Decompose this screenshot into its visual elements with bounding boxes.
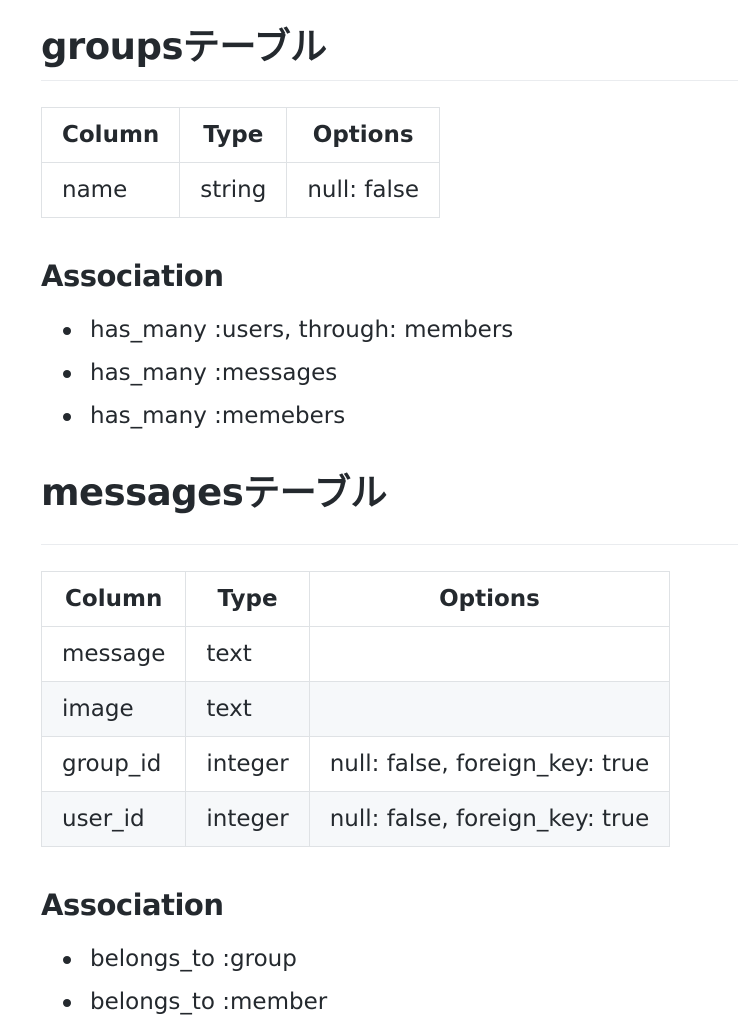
list-item-text: has_many :memebers (90, 403, 346, 429)
list-item: has_many :users, through: members (41, 309, 738, 352)
table-header-row: Column Type Options (40, 571, 671, 627)
table-cell: integer (185, 736, 310, 792)
messages-table-heading: messagesテーブル (41, 468, 738, 545)
table-cell: string (179, 162, 288, 218)
groups-schema-table: Column Type Options name string null: fa… (40, 107, 441, 218)
options-header: Options (308, 571, 671, 627)
groups-association-heading: Association (41, 259, 224, 293)
list-item-text: has_many :users, through: members (90, 317, 514, 343)
table-cell: text (185, 626, 310, 682)
table-cell: image (40, 681, 187, 737)
table-cell: text (185, 681, 310, 737)
messages-schema-table: Column Type Options message text image t… (40, 571, 671, 847)
messages-association-list: belongs_to :group belongs_to :member (41, 938, 738, 1024)
type-header: Type (185, 571, 310, 627)
list-item: has_many :memebers (41, 395, 738, 438)
table-cell: null: false, foreign_key: true (308, 736, 671, 792)
list-item-text: has_many :messages (90, 360, 338, 386)
table-cell: user_id (40, 791, 187, 847)
table-cell: name (40, 162, 181, 218)
table-cell (308, 626, 671, 682)
groups-association-list: has_many :users, through: members has_ma… (41, 309, 738, 438)
table-cell (308, 681, 671, 737)
markdown-body: groupsテーブル Column Type Options name stri… (40, 0, 738, 1024)
table-cell: null: false (286, 162, 441, 218)
bullet-icon (63, 370, 71, 378)
list-item-text: belongs_to :member (90, 989, 328, 1015)
options-header: Options (286, 107, 441, 163)
bullet-icon (63, 956, 71, 964)
table-cell: null: false, foreign_key: true (308, 791, 671, 847)
groups-table-heading: groupsテーブル (41, 0, 738, 81)
bullet-icon (63, 327, 71, 335)
column-header: Column (40, 107, 181, 163)
table-row: group_id integer null: false, foreign_ke… (40, 736, 671, 792)
list-item: belongs_to :member (41, 981, 738, 1024)
table-row: image text (40, 681, 671, 737)
type-header: Type (179, 107, 288, 163)
list-item-text: belongs_to :group (90, 946, 297, 972)
list-item: has_many :messages (41, 352, 738, 395)
table-row: message text (40, 626, 671, 682)
bullet-icon (63, 999, 71, 1007)
bullet-icon (63, 413, 71, 421)
table-cell: group_id (40, 736, 187, 792)
table-cell: integer (185, 791, 310, 847)
table-cell: message (40, 626, 187, 682)
list-item: belongs_to :group (41, 938, 738, 981)
table-header-row: Column Type Options (40, 107, 441, 163)
messages-association-heading: Association (41, 888, 224, 922)
column-header: Column (40, 571, 187, 627)
table-row: name string null: false (40, 162, 441, 218)
table-row: user_id integer null: false, foreign_key… (40, 791, 671, 847)
